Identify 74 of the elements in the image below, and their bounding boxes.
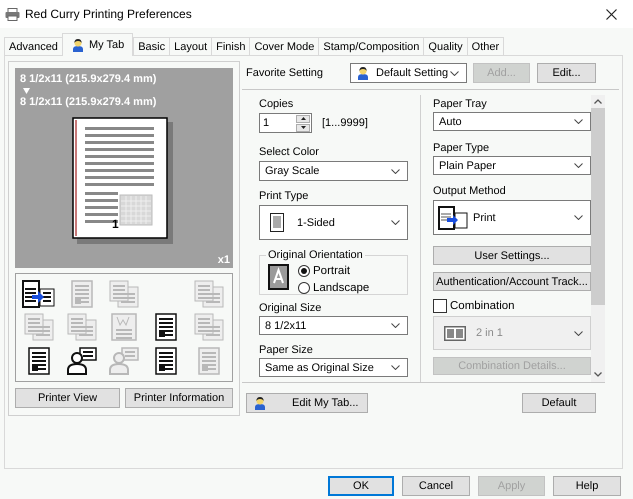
edit-button[interactable]: Edit...: [537, 63, 596, 83]
user-icon: [356, 66, 370, 80]
tab[interactable]: Quality: [423, 37, 467, 55]
original-size-text: 8 1/2x11 (215.9x279.4 mm): [20, 73, 158, 85]
radio-button[interactable]: [298, 282, 310, 294]
print-type-label: Print Type: [259, 189, 310, 203]
window-title: Red Curry Printing Preferences: [25, 7, 193, 21]
up-triangle-icon: [300, 117, 306, 120]
chevron-icon: [574, 215, 583, 220]
scroll-thumb[interactable]: [591, 108, 605, 305]
chevron-icon: [391, 168, 400, 174]
favorite-setting-dropdown[interactable]: Default Setting: [350, 63, 467, 83]
spin-up-button[interactable]: [296, 114, 310, 122]
document-icon: [270, 213, 284, 232]
copies-field[interactable]: 1: [259, 113, 312, 133]
paper-type-label: Paper Type: [433, 141, 490, 155]
down-arrow-icon: [23, 88, 30, 94]
radio-button[interactable]: [298, 264, 310, 276]
original-size-dropdown[interactable]: 8 1/2x11: [259, 316, 408, 335]
scroll-down-icon[interactable]: [594, 372, 602, 377]
tab[interactable]: Other: [466, 37, 504, 55]
scroll-up-icon[interactable]: [594, 99, 602, 104]
radio-label[interactable]: Landscape: [313, 282, 370, 294]
copies-indicator: x1: [218, 254, 230, 266]
original-orientation-label: Original Orientation: [267, 249, 364, 262]
tab[interactable]: Advanced: [4, 37, 62, 55]
portrait-page-icon: [268, 264, 289, 290]
copies-label: Copies: [259, 97, 294, 111]
copies-range: [1...9999]: [322, 117, 368, 129]
tab[interactable]: Cover Mode: [249, 37, 318, 55]
paper-size-label: Paper Size: [259, 343, 314, 357]
radio-label[interactable]: Portrait: [313, 264, 350, 276]
printer-view-button[interactable]: Printer View: [15, 388, 120, 408]
chevron-icon: [574, 163, 583, 168]
paper-tray-label: Paper Tray: [433, 97, 488, 111]
edit-my-tab-button[interactable]: Edit My Tab...: [246, 393, 368, 413]
tab[interactable]: Stamp/Composition: [318, 37, 424, 55]
chevron-icon: [391, 323, 400, 328]
print-type-dropdown[interactable]: 1-Sided: [259, 205, 408, 240]
favorite-setting-label: Favorite Setting: [246, 66, 324, 80]
default-button[interactable]: Default: [522, 393, 596, 413]
two-pages-icon: [444, 326, 466, 340]
chevron-icon: [574, 119, 583, 124]
dialog-button[interactable]: Cancel: [402, 476, 470, 496]
printer-information-button[interactable]: Printer Information: [125, 388, 233, 408]
dialog-button[interactable]: Help: [553, 476, 621, 496]
output-size-text: 8 1/2x11 (215.9x279.4 mm): [20, 96, 158, 108]
tab[interactable]: Finish: [211, 37, 250, 55]
down-triangle-icon: [300, 126, 306, 129]
chevron-icon: [574, 330, 583, 336]
output-method-label: Output Method: [433, 184, 507, 198]
chevron-icon: [391, 365, 400, 370]
tab[interactable]: Basic: [133, 37, 170, 55]
output-method-dropdown[interactable]: Print: [433, 200, 591, 235]
tab[interactable]: My Tab: [62, 33, 134, 56]
paper-tray-dropdown[interactable]: Auto: [433, 112, 591, 131]
user-settings-button[interactable]: User Settings...: [433, 246, 591, 265]
page-number: 1: [112, 217, 119, 231]
chevron-icon: [391, 220, 400, 225]
printer-icon: [438, 206, 468, 230]
select-color-dropdown[interactable]: Gray Scale: [259, 161, 408, 181]
select-color-label: Select Color: [259, 145, 320, 159]
paper-type-dropdown[interactable]: Plain Paper: [433, 156, 591, 175]
original-size-label: Original Size: [259, 301, 322, 315]
user-icon: [70, 38, 85, 52]
spin-down-button[interactable]: [296, 124, 310, 132]
dialog-button[interactable]: OK: [328, 476, 394, 496]
close-icon[interactable]: [606, 8, 617, 20]
tab[interactable]: Layout: [169, 37, 212, 55]
user-icon: [253, 396, 267, 410]
paper-size-dropdown[interactable]: Same as Original Size: [259, 358, 408, 377]
chevron-icon: [450, 70, 459, 76]
printer-icon: [5, 8, 20, 20]
authentication-button[interactable]: Authentication/Account Track...: [433, 272, 591, 291]
